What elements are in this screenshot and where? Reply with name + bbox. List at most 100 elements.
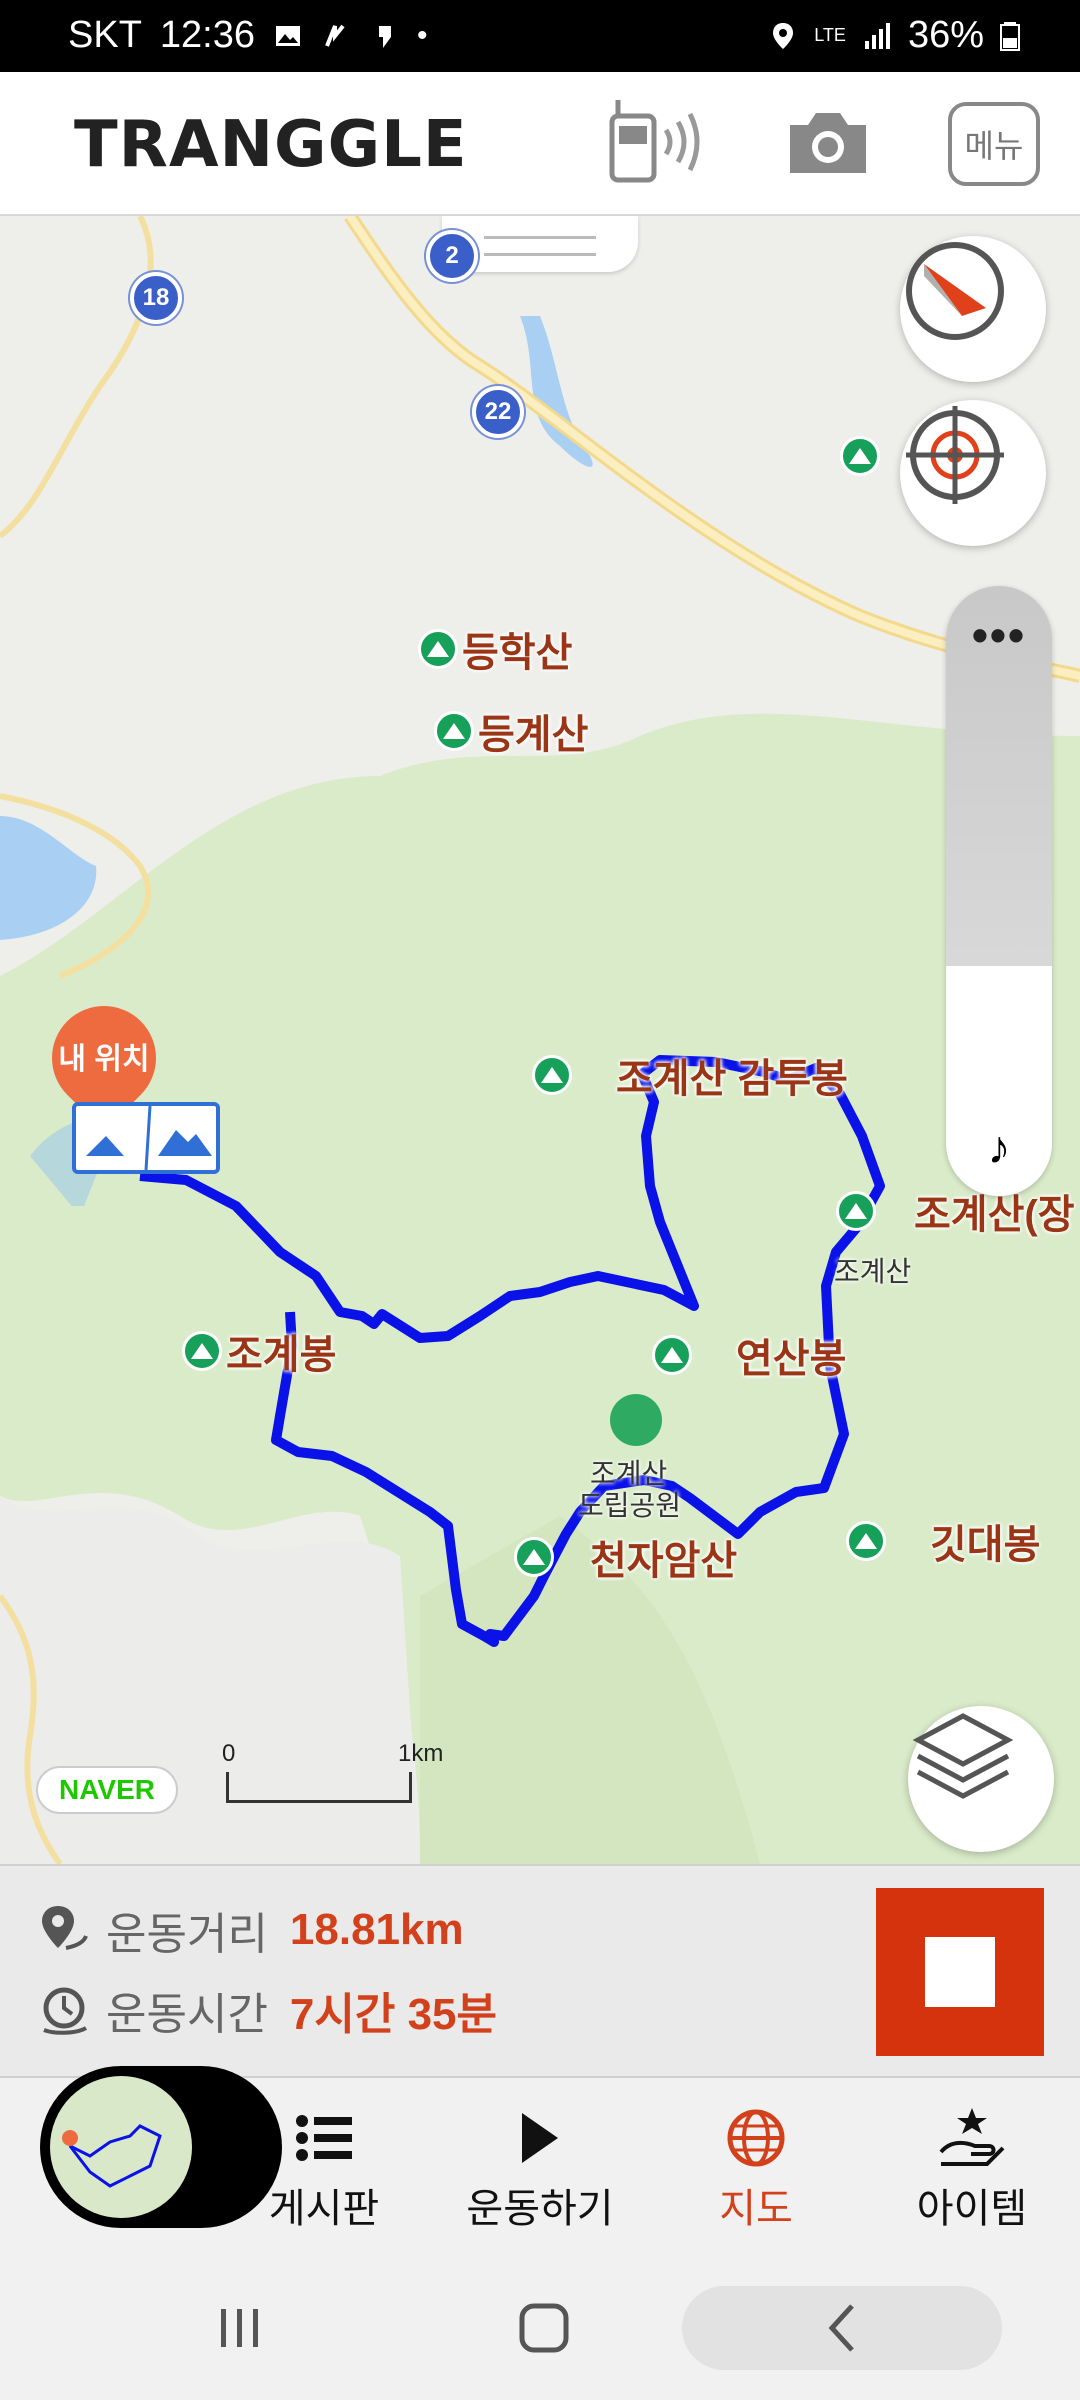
scale-start: 0 bbox=[222, 1740, 236, 1767]
gallery-icon bbox=[276, 25, 300, 46]
route-badge-2x: 2 bbox=[426, 230, 478, 282]
peak-name: 조계봉 bbox=[226, 1333, 337, 1377]
naver-attribution: NAVER bbox=[36, 1766, 178, 1814]
mountain-icon bbox=[514, 1537, 554, 1577]
mountain-icon bbox=[418, 629, 458, 669]
locate-button[interactable] bbox=[900, 400, 1046, 546]
nav-map[interactable]: 지도 bbox=[656, 2106, 856, 2234]
home-button[interactable] bbox=[494, 2286, 594, 2370]
volume-slider[interactable]: ••• ♪ bbox=[946, 586, 1052, 1196]
walkie-talkie-icon bbox=[609, 100, 700, 183]
nav-items[interactable]: 아이템 bbox=[872, 2106, 1072, 2234]
clock-text: 12:36 bbox=[159, 14, 255, 56]
peak-name: 연산봉 bbox=[736, 1337, 847, 1381]
peak-name: 등학산 bbox=[462, 631, 573, 675]
time-value: 7시간 35분 bbox=[289, 1990, 497, 2039]
layers-icon bbox=[912, 1713, 1014, 1799]
scale-bar bbox=[226, 1772, 412, 1803]
mountain-icon bbox=[532, 1055, 572, 1095]
recents-button[interactable] bbox=[190, 2286, 290, 2370]
distance-value: 18.81km bbox=[289, 1905, 464, 1954]
no-sync-icon bbox=[325, 24, 345, 47]
peak-label[interactable]: 조계산 감투봉 bbox=[532, 1046, 848, 1104]
map-view[interactable]: 18 22 2 등학산 등계산 조계산 감투봉 조계산(장 조계봉 연산봉 천자… bbox=[0, 216, 1080, 1864]
distance-label: 운동거리 bbox=[106, 1910, 268, 1959]
menu-button[interactable]: 메뉴 bbox=[948, 102, 1040, 186]
mountain-icon bbox=[836, 1191, 876, 1231]
globe-icon bbox=[727, 2109, 785, 2167]
mountain-icon bbox=[840, 436, 880, 476]
my-location-label: 내 위치 bbox=[58, 1043, 150, 1076]
mountain-icon bbox=[434, 711, 474, 751]
park-label-2: 도립공원 bbox=[578, 1490, 682, 1521]
battery-text: 36% bbox=[907, 14, 984, 56]
camera-button[interactable] bbox=[778, 96, 878, 188]
network-text: LTE bbox=[814, 25, 846, 45]
mountain-icon bbox=[652, 1335, 692, 1375]
peak-name: 등계산 bbox=[478, 713, 589, 757]
status-left: SKT 12:36 • bbox=[68, 14, 428, 57]
notification-icon bbox=[379, 25, 391, 48]
mountain-icon bbox=[846, 1521, 886, 1561]
route-badge-18: 18 bbox=[130, 272, 182, 324]
camera-icon bbox=[790, 113, 866, 173]
sound-icon: ♪ bbox=[987, 1121, 1011, 1173]
nav-exercise[interactable]: 운동하기 bbox=[440, 2106, 640, 2234]
workout-stats: 운동거리 18.81km 운동시간 7시간 35분 bbox=[0, 1864, 1080, 2078]
status-bar: SKT 12:36 • LTE 36% bbox=[0, 0, 1080, 72]
nav-map-label: 지도 bbox=[719, 2187, 793, 2231]
more-icon[interactable]: ••• bbox=[946, 608, 1052, 662]
location-card[interactable] bbox=[72, 1102, 220, 1174]
stop-button[interactable] bbox=[876, 1888, 1044, 2056]
battery-icon bbox=[1000, 21, 1020, 51]
layers-button[interactable] bbox=[908, 1706, 1054, 1852]
peak-label[interactable]: 조계봉 bbox=[182, 1322, 336, 1380]
status-right: LTE 36% bbox=[768, 14, 1020, 57]
recents-icon bbox=[221, 2309, 258, 2347]
mini-map-thumbnail bbox=[50, 2076, 192, 2218]
mountain-icon bbox=[86, 1106, 212, 1170]
lake-area bbox=[0, 816, 97, 940]
home-icon bbox=[519, 2303, 569, 2353]
time-label: 운동시간 bbox=[106, 1990, 268, 2039]
peak-name: 천자암산 bbox=[590, 1539, 738, 1583]
peak-label[interactable]: 등학산 bbox=[418, 620, 572, 678]
peak-label[interactable]: 깃대봉 bbox=[846, 1512, 1040, 1570]
distance-pin-icon bbox=[42, 1906, 88, 1950]
peak-label[interactable]: 천자암산 bbox=[514, 1528, 737, 1586]
list-icon bbox=[296, 2115, 352, 2161]
system-nav-bar bbox=[0, 2256, 1080, 2400]
back-button[interactable] bbox=[682, 2286, 1002, 2370]
distance-row: 운동거리 18.81km bbox=[36, 1898, 464, 1962]
back-icon bbox=[828, 2304, 854, 2352]
carrier-text: SKT bbox=[68, 14, 142, 56]
hand-star-icon bbox=[939, 2108, 1005, 2166]
app-logo: TRANGGLE bbox=[74, 108, 468, 182]
nav-board-label: 게시판 bbox=[268, 2187, 380, 2231]
dot-icon: • bbox=[417, 18, 428, 52]
walkie-talkie-button[interactable] bbox=[604, 96, 704, 188]
peak-name: 깃대봉 bbox=[930, 1523, 1041, 1567]
peak-name: 조계산 감투봉 bbox=[616, 1057, 848, 1101]
nav-exercise-label: 운동하기 bbox=[466, 2187, 614, 2231]
app-header: TRANGGLE 메뉴 bbox=[0, 72, 1080, 216]
mountain-icon bbox=[182, 1331, 222, 1371]
compass-icon bbox=[906, 242, 1004, 340]
time-row: 운동시간 7시간 35분 bbox=[36, 1978, 497, 2042]
peak-label[interactable]: 등계산 bbox=[434, 702, 588, 760]
summit-label: 조계산 bbox=[834, 1256, 912, 1287]
compass-button[interactable] bbox=[900, 236, 1046, 382]
peak-marker[interactable] bbox=[840, 436, 884, 476]
route-badge-22: 22 bbox=[472, 386, 524, 438]
stop-icon bbox=[925, 1937, 995, 2007]
park-icon bbox=[610, 1394, 662, 1446]
play-icon bbox=[522, 2113, 558, 2163]
crosshair-icon bbox=[906, 406, 1004, 504]
nav-items-label: 아이템 bbox=[916, 2187, 1028, 2231]
stopwatch-icon bbox=[43, 1987, 88, 2035]
signal-icon bbox=[864, 22, 890, 49]
bottom-nav: 게시판 운동하기 지도 아이템 bbox=[0, 2066, 1080, 2258]
road-2 bbox=[0, 216, 154, 539]
peak-label[interactable]: 연산봉 bbox=[652, 1326, 846, 1384]
nav-board[interactable]: 게시판 bbox=[224, 2106, 424, 2234]
